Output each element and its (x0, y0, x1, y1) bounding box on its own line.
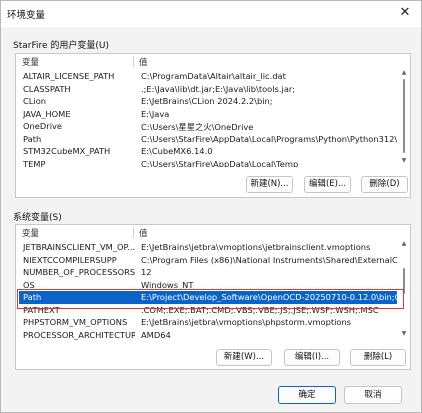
system-vars-header: 变量 值 (17, 226, 397, 239)
var-name: ALTAIR_LICENSE_PATH (23, 71, 115, 81)
user-new-button[interactable]: 新建(N)... (246, 176, 293, 193)
var-value: C:\ProgramData\Altair\altair_lic.dat (141, 71, 286, 81)
table-row[interactable]: Path C:\Users\StarFire\AppData\Local\Prog… (19, 133, 397, 146)
scroll-thumb[interactable] (403, 79, 405, 153)
column-divider[interactable] (133, 56, 134, 67)
table-row[interactable]: OS Windows_NT (19, 279, 397, 292)
var-name: JETBRAINSCLIENT_VM_OP... (23, 242, 135, 252)
var-name: PROCESSOR_ARCHITECTURE (23, 329, 135, 340)
table-row[interactable]: CLion E:\JetBrains\CLion 2024.2.2\bin; (19, 95, 397, 108)
system-new-button[interactable]: 新建(W)... (216, 349, 272, 366)
table-row-selected[interactable]: Path E:\Project\Develop_Software\OpenOCD-… (19, 291, 397, 304)
scroll-up-icon[interactable]: ▲ (400, 240, 408, 248)
var-value: C:\Users\StarFire\AppData\Local\Temp (141, 158, 299, 168)
scroll-up-icon[interactable]: ▲ (400, 69, 408, 77)
system-vars-list[interactable]: 变量 值 JETBRAINSCLIENT_VM_OP... E:\JetBrain… (17, 226, 409, 340)
table-row[interactable]: NIEXTCCOMPILERSUPP C:\Program Files (x86)… (19, 254, 397, 267)
var-value: C:\Users\StarFire\AppData\Local\Programs… (141, 133, 397, 144)
user-delete-button[interactable]: 删除(D) (361, 176, 408, 193)
col-value-header[interactable]: 值 (139, 56, 148, 68)
var-value: Windows_NT (141, 279, 194, 290)
var-name: OneDrive (23, 121, 63, 131)
var-name: Path (23, 133, 42, 144)
system-edit-button[interactable]: 编辑(I)... (284, 349, 340, 366)
var-name: NIEXTCCOMPILERSUPP (23, 254, 117, 265)
scroll-down-icon[interactable]: ▼ (400, 330, 408, 338)
col-name-header[interactable]: 变量 (22, 227, 39, 239)
var-value: .;E:\Java\lib\dt.jar;E:\Java\lib\tools.j… (141, 83, 296, 94)
var-value: E:\JetBrains\jetbra\vmoptions\jetbrainsc… (141, 242, 371, 252)
system-vars-scrollbar[interactable]: ▲ ▼ (400, 240, 408, 338)
var-value: E:\JetBrains\jetbra\vmoptions\phpstorm.v… (141, 317, 352, 327)
scroll-thumb[interactable] (403, 268, 405, 294)
var-name: OS (23, 279, 35, 290)
var-name: Path (23, 292, 42, 302)
close-icon[interactable]: ✕ (393, 3, 417, 23)
window-title: 环境变量 (7, 10, 46, 21)
var-name: JAVA_HOME (23, 108, 71, 119)
title-bar: 环境变量 ✕ (1, 1, 421, 27)
var-name: CLASSPATH (23, 83, 71, 94)
table-row[interactable]: CLASSPATH .;E:\Java\lib\dt.jar;E:\Java\li… (19, 83, 397, 96)
var-name: PHPSTORM_VM_OPTIONS (23, 317, 128, 327)
table-row[interactable]: JAVA_HOME E:\Java (19, 108, 397, 121)
cancel-button[interactable]: 取消 (344, 386, 402, 404)
user-vars-scrollbar[interactable]: ▲ ▼ (400, 69, 408, 165)
system-vars-label: 系统变量(S) (13, 213, 62, 223)
column-divider[interactable] (133, 227, 134, 238)
table-row[interactable]: PATHEXT .COM;.EXE;.BAT;.CMD;.VBS;.VBE;.JS… (19, 304, 397, 317)
var-name: PATHEXT (23, 304, 60, 315)
var-value: E:\Project\Develop_Software\OpenOCD-2025… (141, 292, 397, 302)
var-value: E:\JetBrains\CLion 2024.2.2\bin; (141, 96, 273, 106)
environment-variables-dialog: 环境变量 ✕ StarFire 的用户变量(U) 变量 值 ALTAIR_LIC… (0, 0, 422, 413)
system-vars-group: 变量 值 JETBRAINSCLIENT_VM_OP... E:\JetBrain… (15, 224, 411, 370)
var-value: E:\Java (141, 108, 170, 119)
var-name: NUMBER_OF_PROCESSORS (23, 267, 135, 277)
col-value-header[interactable]: 值 (139, 227, 148, 239)
ok-button[interactable]: 确定 (278, 386, 336, 404)
user-vars-list[interactable]: 变量 值 ALTAIR_LICENSE_PATH C:\ProgramData\A… (17, 55, 409, 167)
var-value: .COM;.EXE;.BAT;.CMD;.VBS;.VBE;.JS;.JSE;.… (141, 304, 379, 315)
var-value: E:\CubeMX6.14.0 (141, 146, 213, 156)
var-value: AMD64 (141, 329, 171, 340)
table-row[interactable]: OneDrive C:\Users\星星之火\OneDrive (19, 120, 397, 133)
user-vars-label: StarFire 的用户变量(U) (13, 41, 109, 51)
table-row[interactable]: NUMBER_OF_PROCESSORS 12 (19, 266, 397, 279)
col-name-header[interactable]: 变量 (22, 56, 39, 68)
table-row[interactable]: JETBRAINSCLIENT_VM_OP... E:\JetBrains\jet… (19, 241, 397, 254)
var-name: CLion (23, 96, 47, 106)
var-value: C:\Users\星星之火\OneDrive (141, 122, 254, 132)
var-name: STM32CubeMX_PATH (23, 146, 111, 156)
var-value: 12 (141, 267, 152, 277)
user-vars-group: 变量 值 ALTAIR_LICENSE_PATH C:\ProgramData\A… (15, 53, 411, 198)
scroll-down-icon[interactable]: ▼ (400, 157, 408, 165)
user-edit-button[interactable]: 编辑(E)... (304, 176, 351, 193)
table-row[interactable]: ALTAIR_LICENSE_PATH C:\ProgramData\Altair… (19, 70, 397, 83)
user-vars-header: 变量 值 (17, 55, 397, 68)
var-name: TEMP (23, 158, 46, 168)
table-row[interactable]: STM32CubeMX_PATH E:\CubeMX6.14.0 (19, 145, 397, 158)
system-delete-button[interactable]: 删除(L) (350, 349, 406, 366)
var-value: C:\Program Files (x86)\National Instrume… (141, 254, 397, 265)
table-row[interactable]: TEMP C:\Users\StarFire\AppData\Local\Temp (19, 158, 397, 168)
table-row[interactable]: PROCESSOR_ARCHITECTURE AMD64 (19, 329, 397, 341)
table-row[interactable]: PHPSTORM_VM_OPTIONS E:\JetBrains\jetbra\v… (19, 316, 397, 329)
